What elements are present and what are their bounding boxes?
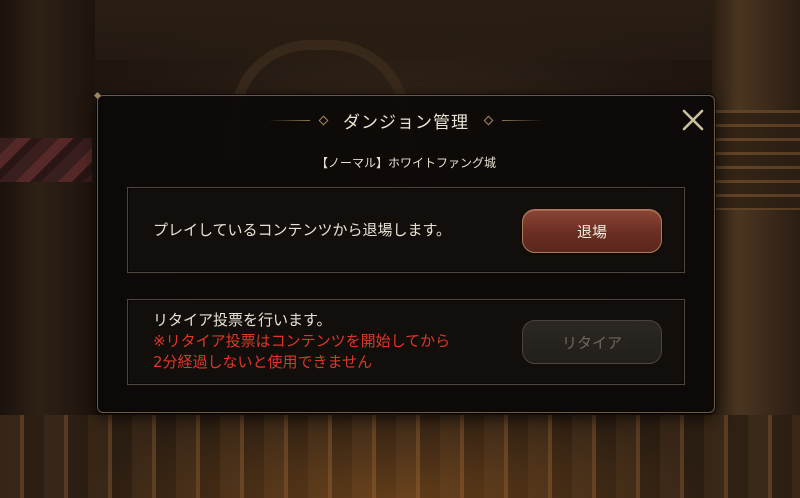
title-divider-left: [268, 119, 310, 121]
diamond-ornament-icon: [483, 115, 494, 125]
game-scene: ダンジョン管理 【ノーマル】ホワイトファング城 プレイしているコンテンツから退場…: [0, 0, 800, 498]
dungeon-management-dialog: ダンジョン管理 【ノーマル】ホワイトファング城 プレイしているコンテンツから退場…: [97, 95, 715, 413]
diamond-ornament-icon: [318, 115, 329, 125]
background-crystal: [0, 138, 92, 182]
dialog-title: ダンジョン管理: [343, 112, 469, 133]
background-floor-glow: [80, 400, 720, 498]
retire-button-label: リタイア: [561, 333, 622, 352]
title-divider-right: [502, 119, 544, 121]
retire-button[interactable]: リタイア: [522, 320, 662, 364]
retire-warning-line1: ※リタイア投票はコンテンツを開始してから: [153, 332, 451, 350]
exit-description: プレイしているコンテンツから退場します。: [153, 221, 452, 239]
background-pillar-ornament: [712, 110, 800, 210]
background-ceiling: [95, 0, 712, 60]
close-button[interactable]: [680, 107, 706, 133]
retire-panel: リタイア投票を行います。 ※リタイア投票はコンテンツを開始してから 2分経過しな…: [127, 299, 685, 385]
exit-panel: プレイしているコンテンツから退場します。 退場: [127, 187, 685, 273]
retire-text-block: リタイア投票を行います。 ※リタイア投票はコンテンツを開始してから 2分経過しな…: [153, 310, 450, 373]
retire-warning-line2: 2分経過しないと使用できません: [153, 353, 373, 371]
dialog-header: ダンジョン管理: [98, 108, 714, 133]
exit-button-label: 退場: [576, 222, 607, 241]
retire-description: リタイア投票を行います。: [153, 311, 332, 329]
close-icon: [682, 109, 704, 131]
exit-button[interactable]: 退場: [522, 209, 662, 253]
dungeon-name: 【ノーマル】ホワイトファング城: [315, 156, 496, 170]
